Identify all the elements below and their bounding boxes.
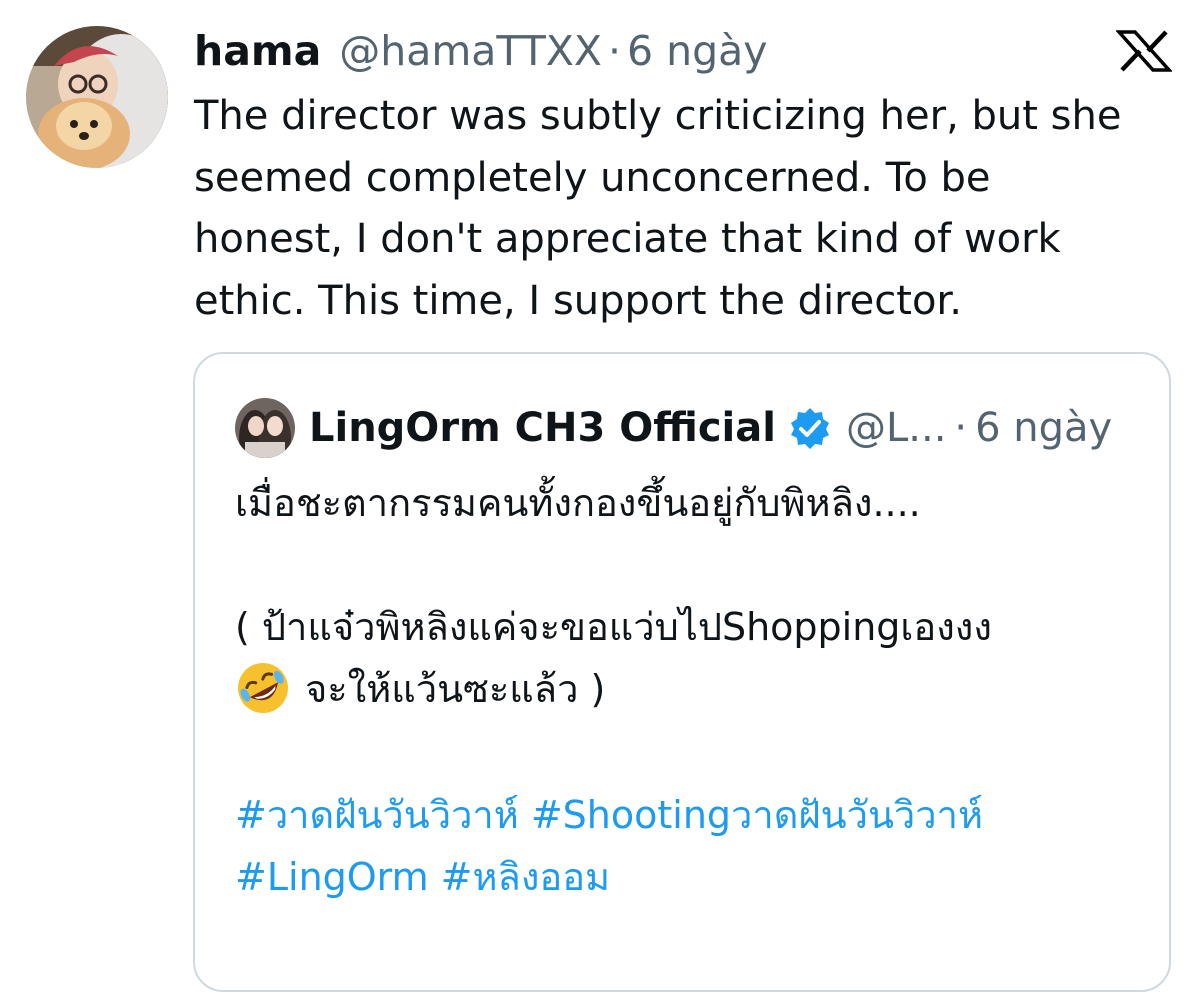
quoted-tweet-text: เมื่อชะตากรรมคนทั้งกองขึ้นอยู่กับพิหลิง.…: [235, 472, 1155, 720]
quoted-author-name[interactable]: LingOrm CH3 Official: [309, 405, 776, 451]
tweet-text-line: honest, I don't appreciate that kind of …: [194, 216, 1061, 262]
empty-line: [235, 534, 1155, 596]
tweet-text-line: ethic. This time, I support the director…: [194, 277, 962, 324]
tweet-header: hama @hamaTTXX · 6 ngày: [194, 24, 768, 78]
quoted-tweet-card[interactable]: LingOrm CH3 Official @L... · 6 ngày เมื่…: [193, 352, 1171, 992]
separator-dot: ·: [607, 27, 622, 75]
tweet-text: The director was subtly criticizing her,…: [194, 86, 1184, 332]
tweet-timestamp[interactable]: 6 ngày: [627, 24, 768, 78]
author-handle[interactable]: @hamaTTXX: [339, 24, 602, 78]
hashtag-row: #LingOrm #หลิงออม: [235, 846, 983, 908]
hashtag-link[interactable]: #วาดฝันวันวิวาห์: [235, 793, 519, 837]
tweet-text-line: The director was subtly criticizing her,…: [194, 93, 1122, 139]
avatar-image: [26, 26, 168, 168]
x-logo-icon[interactable]: [1116, 30, 1172, 72]
quoted-text-line: จะให้แว้นซะแล้ว ): [305, 667, 606, 711]
rolling-on-floor-laughing-emoji: [238, 662, 288, 713]
tweet-text-line: seemed completely unconcerned. To be: [194, 154, 991, 201]
quoted-tweet-timestamp[interactable]: 6 ngày: [975, 405, 1112, 451]
quoted-text-line-with-emoji: จะให้แว้นซะแล้ว ): [235, 658, 1155, 720]
quoted-tweet-header: LingOrm CH3 Official @L... · 6 ngày: [235, 396, 1112, 460]
author-name[interactable]: hama: [194, 24, 321, 78]
quoted-avatar-image: [235, 398, 295, 458]
quoted-avatar[interactable]: [235, 398, 295, 458]
hashtag-link[interactable]: #หลิงออม: [441, 855, 610, 899]
hashtag-row: #วาดฝันวันวิวาห์ #Shootingวาดฝันวันวิวาห์: [235, 784, 983, 846]
verified-badge-icon: [790, 408, 829, 449]
hashtag-link[interactable]: #Shootingวาดฝันวันวิวาห์: [531, 793, 983, 837]
quoted-text-line: ( ป้าแจ๋วพิหลิงแค่จะขอแว่บไปShoppingเองง…: [235, 605, 992, 649]
avatar[interactable]: [26, 26, 168, 168]
separator-dot: ·: [954, 405, 968, 451]
quoted-text-line: เมื่อชะตากรรมคนทั้งกองขึ้นอยู่กับพิหลิง.…: [235, 481, 921, 525]
hashtag-link[interactable]: #LingOrm: [235, 855, 429, 899]
hashtags: #วาดฝันวันวิวาห์ #Shootingวาดฝันวันวิวาห์…: [235, 784, 983, 908]
quoted-author-handle[interactable]: @L...: [846, 405, 946, 451]
